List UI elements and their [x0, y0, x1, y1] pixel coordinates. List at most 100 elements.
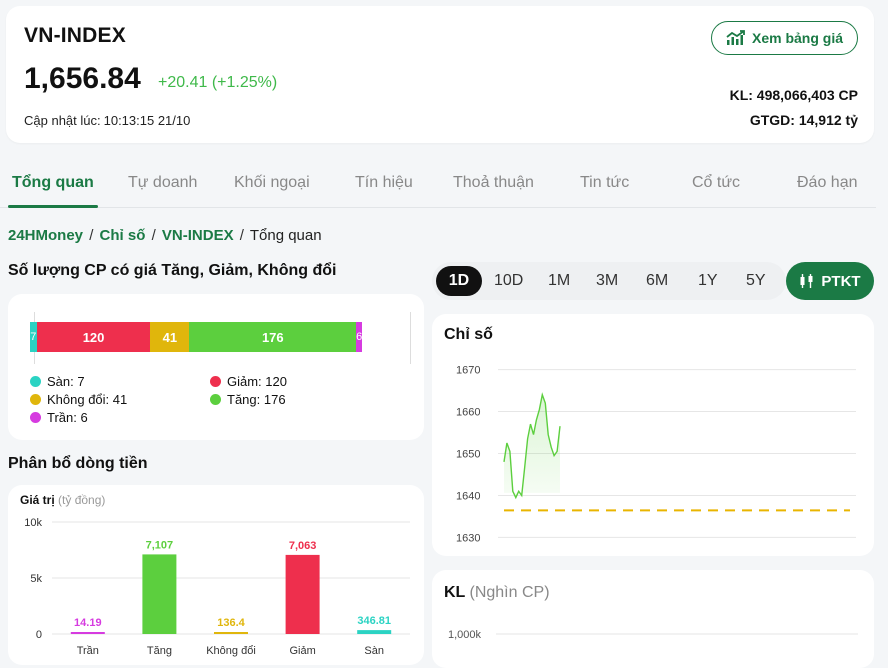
flow-bar: [285, 554, 320, 634]
flow-ytick: 5k: [30, 573, 42, 585]
flow-value-label: 7,107: [146, 539, 174, 551]
breadcrumb-sep: /: [89, 227, 94, 244]
updated-value: 10:13:15 21/10: [103, 113, 191, 128]
updated-label: Cập nhật lúc:: [24, 113, 101, 128]
value-summary: GTGD: 14,912 tỷ: [749, 112, 858, 128]
flow-category-label: Giảm: [289, 645, 315, 657]
volume-summary: KL: 498,066,403 CP: [729, 87, 858, 103]
flow-ytick: 10k: [24, 517, 42, 529]
legend-up-label: Tăng: 176: [227, 392, 286, 407]
tab-dividends[interactable]: Cổ tức: [692, 174, 740, 192]
range-1y[interactable]: 1Y: [698, 272, 718, 290]
breadth-segment-khongdoi: 41: [150, 322, 190, 352]
index-line-chart: 1670 1660 1650 1640 1630: [456, 365, 856, 544]
range-3m[interactable]: 3M: [596, 272, 618, 290]
flow-ytick: 0: [36, 629, 42, 641]
flow-value-label: 136.4: [217, 617, 245, 629]
stock-count-card: 7 120 41 176 6 Sàn: 7 Giảm: 120 Không đổi: 4…: [8, 294, 424, 440]
technical-analysis-button[interactable]: PTKT: [786, 262, 874, 300]
breadcrumb-home[interactable]: 24HMoney: [8, 227, 83, 244]
flow-bar: [357, 630, 392, 634]
tab-foreign[interactable]: Khối ngoại: [234, 174, 310, 192]
index-name: VN-INDEX: [24, 24, 126, 47]
volume-chart-card: KL (Nghìn CP) 1,000k: [432, 570, 874, 668]
legend-floor-label: Sàn: 7: [47, 374, 85, 389]
legend-ceiling: Trần: 6: [30, 410, 88, 425]
tab-bar: Tổng quan Tự doanh Khối ngoại Tín hiệu T…: [0, 160, 876, 208]
flow-value-label: 346.81: [357, 615, 391, 627]
active-tab-indicator: [8, 205, 98, 208]
legend-dot-unchanged: [30, 394, 41, 405]
range-5y[interactable]: 5Y: [746, 272, 766, 290]
legend-unchanged: Không đổi: 41: [30, 392, 127, 407]
time-range-selector: 1D 10D 1M 3M 6M 1Y 5Y: [432, 262, 786, 300]
money-flow-title: Phân bổ dòng tiền: [8, 455, 148, 472]
breadcrumb-vnindex[interactable]: VN-INDEX: [162, 227, 234, 244]
breadth-segment-tran: 6: [356, 322, 362, 352]
index-value: 1,656.84: [24, 62, 141, 95]
breadth-segment-label: 176: [261, 329, 284, 345]
flow-category-label: Trần: [77, 645, 99, 657]
view-price-board-label: Xem bảng giá: [751, 30, 844, 46]
breadth-segment-label: 7: [30, 331, 37, 343]
legend-floor: Sàn: 7: [30, 374, 85, 389]
flow-category-label: Tăng: [147, 645, 172, 657]
money-flow-chart: 10k 5k 0 14.19 Trần 7,107 Tăng 136.4 Không đổi 7,…: [24, 517, 410, 657]
range-1m[interactable]: 1M: [548, 272, 570, 290]
index-ytick: 1660: [456, 407, 480, 419]
breadth-segment-label: 6: [356, 331, 363, 343]
flow-bar: [70, 632, 105, 634]
breadcrumb-current: Tổng quan: [249, 227, 322, 244]
view-price-board-button[interactable]: Xem bảng giá: [711, 21, 858, 55]
legend-up: Tăng: 176: [210, 392, 286, 407]
index-ytick: 1650: [456, 449, 480, 461]
range-6m[interactable]: 6M: [646, 272, 668, 290]
index-ytick: 1640: [456, 490, 480, 502]
breadth-segment-san: 7: [30, 322, 37, 352]
flow-bar: [214, 632, 248, 634]
flow-category-label: Không đổi: [206, 645, 256, 657]
money-flow-card: Giá trị (tỷ đồng) 10k 5k 0 14.19 Trần 7,107 Tă…: [8, 485, 424, 665]
tab-signals[interactable]: Tín hiệu: [355, 174, 413, 192]
legend-dot-floor: [30, 376, 41, 387]
legend-dot-ceiling: [30, 412, 41, 423]
tab-overview[interactable]: Tổng quan: [12, 174, 94, 192]
flow-value-label: 7,063: [289, 540, 317, 552]
breadcrumb-sep: /: [151, 227, 156, 244]
volume-chart: 1,000k: [448, 629, 858, 641]
updated-time: Cập nhật lúc: 10:13:15 21/10: [24, 113, 190, 128]
volume-ytick: 1,000k: [448, 629, 482, 641]
candlestick-icon: [800, 274, 813, 288]
legend-ceiling-label: Trần: 6: [47, 410, 88, 425]
range-10d[interactable]: 10D: [494, 272, 523, 290]
chart-trend-icon: [726, 30, 745, 45]
legend-unchanged-label: Không đổi: 41: [47, 392, 128, 407]
legend-dot-down: [210, 376, 221, 387]
flow-value-label: 14.19: [74, 617, 102, 629]
breadth-stacked-bar: 7 120 41 176 6: [30, 322, 362, 352]
index-header-card: VN-INDEX 1,656.84 +20.41 (+1.25%) Cập nh…: [6, 6, 874, 143]
tab-proprietary[interactable]: Tự doanh: [128, 174, 197, 192]
breadth-segment-giam: 120: [36, 322, 151, 352]
stock-count-title: Số lượng CP có giá Tăng, Giảm, Không đổi: [8, 262, 337, 279]
breadth-segment-label: 41: [162, 329, 178, 345]
breadth-segment-label: 120: [82, 329, 105, 345]
legend-down: Giảm: 120: [210, 374, 287, 389]
breadth-segment-tang: 176: [189, 322, 357, 352]
flow-category-label: Sàn: [364, 645, 384, 657]
tab-expiry[interactable]: Đáo hạn: [797, 174, 858, 192]
bar-axis-right: [410, 312, 411, 364]
flow-bar: [142, 554, 177, 634]
index-chart-card: Chỉ số 1670 1660 1650 1640 1630: [432, 314, 874, 556]
index-ytick: 1630: [456, 532, 480, 544]
technical-analysis-label: PTKT: [821, 272, 861, 290]
tab-news[interactable]: Tin tức: [580, 174, 629, 192]
range-1d[interactable]: 1D: [436, 266, 482, 296]
index-change: +20.41 (+1.25%): [158, 74, 278, 91]
legend-dot-up: [210, 394, 221, 405]
index-ytick: 1670: [456, 365, 480, 377]
tab-negotiated[interactable]: Thoả thuận: [453, 174, 534, 192]
legend-down-label: Giảm: 120: [227, 374, 287, 389]
breadcrumb-sep: /: [239, 227, 244, 244]
breadcrumb-indices[interactable]: Chỉ số: [100, 227, 146, 244]
